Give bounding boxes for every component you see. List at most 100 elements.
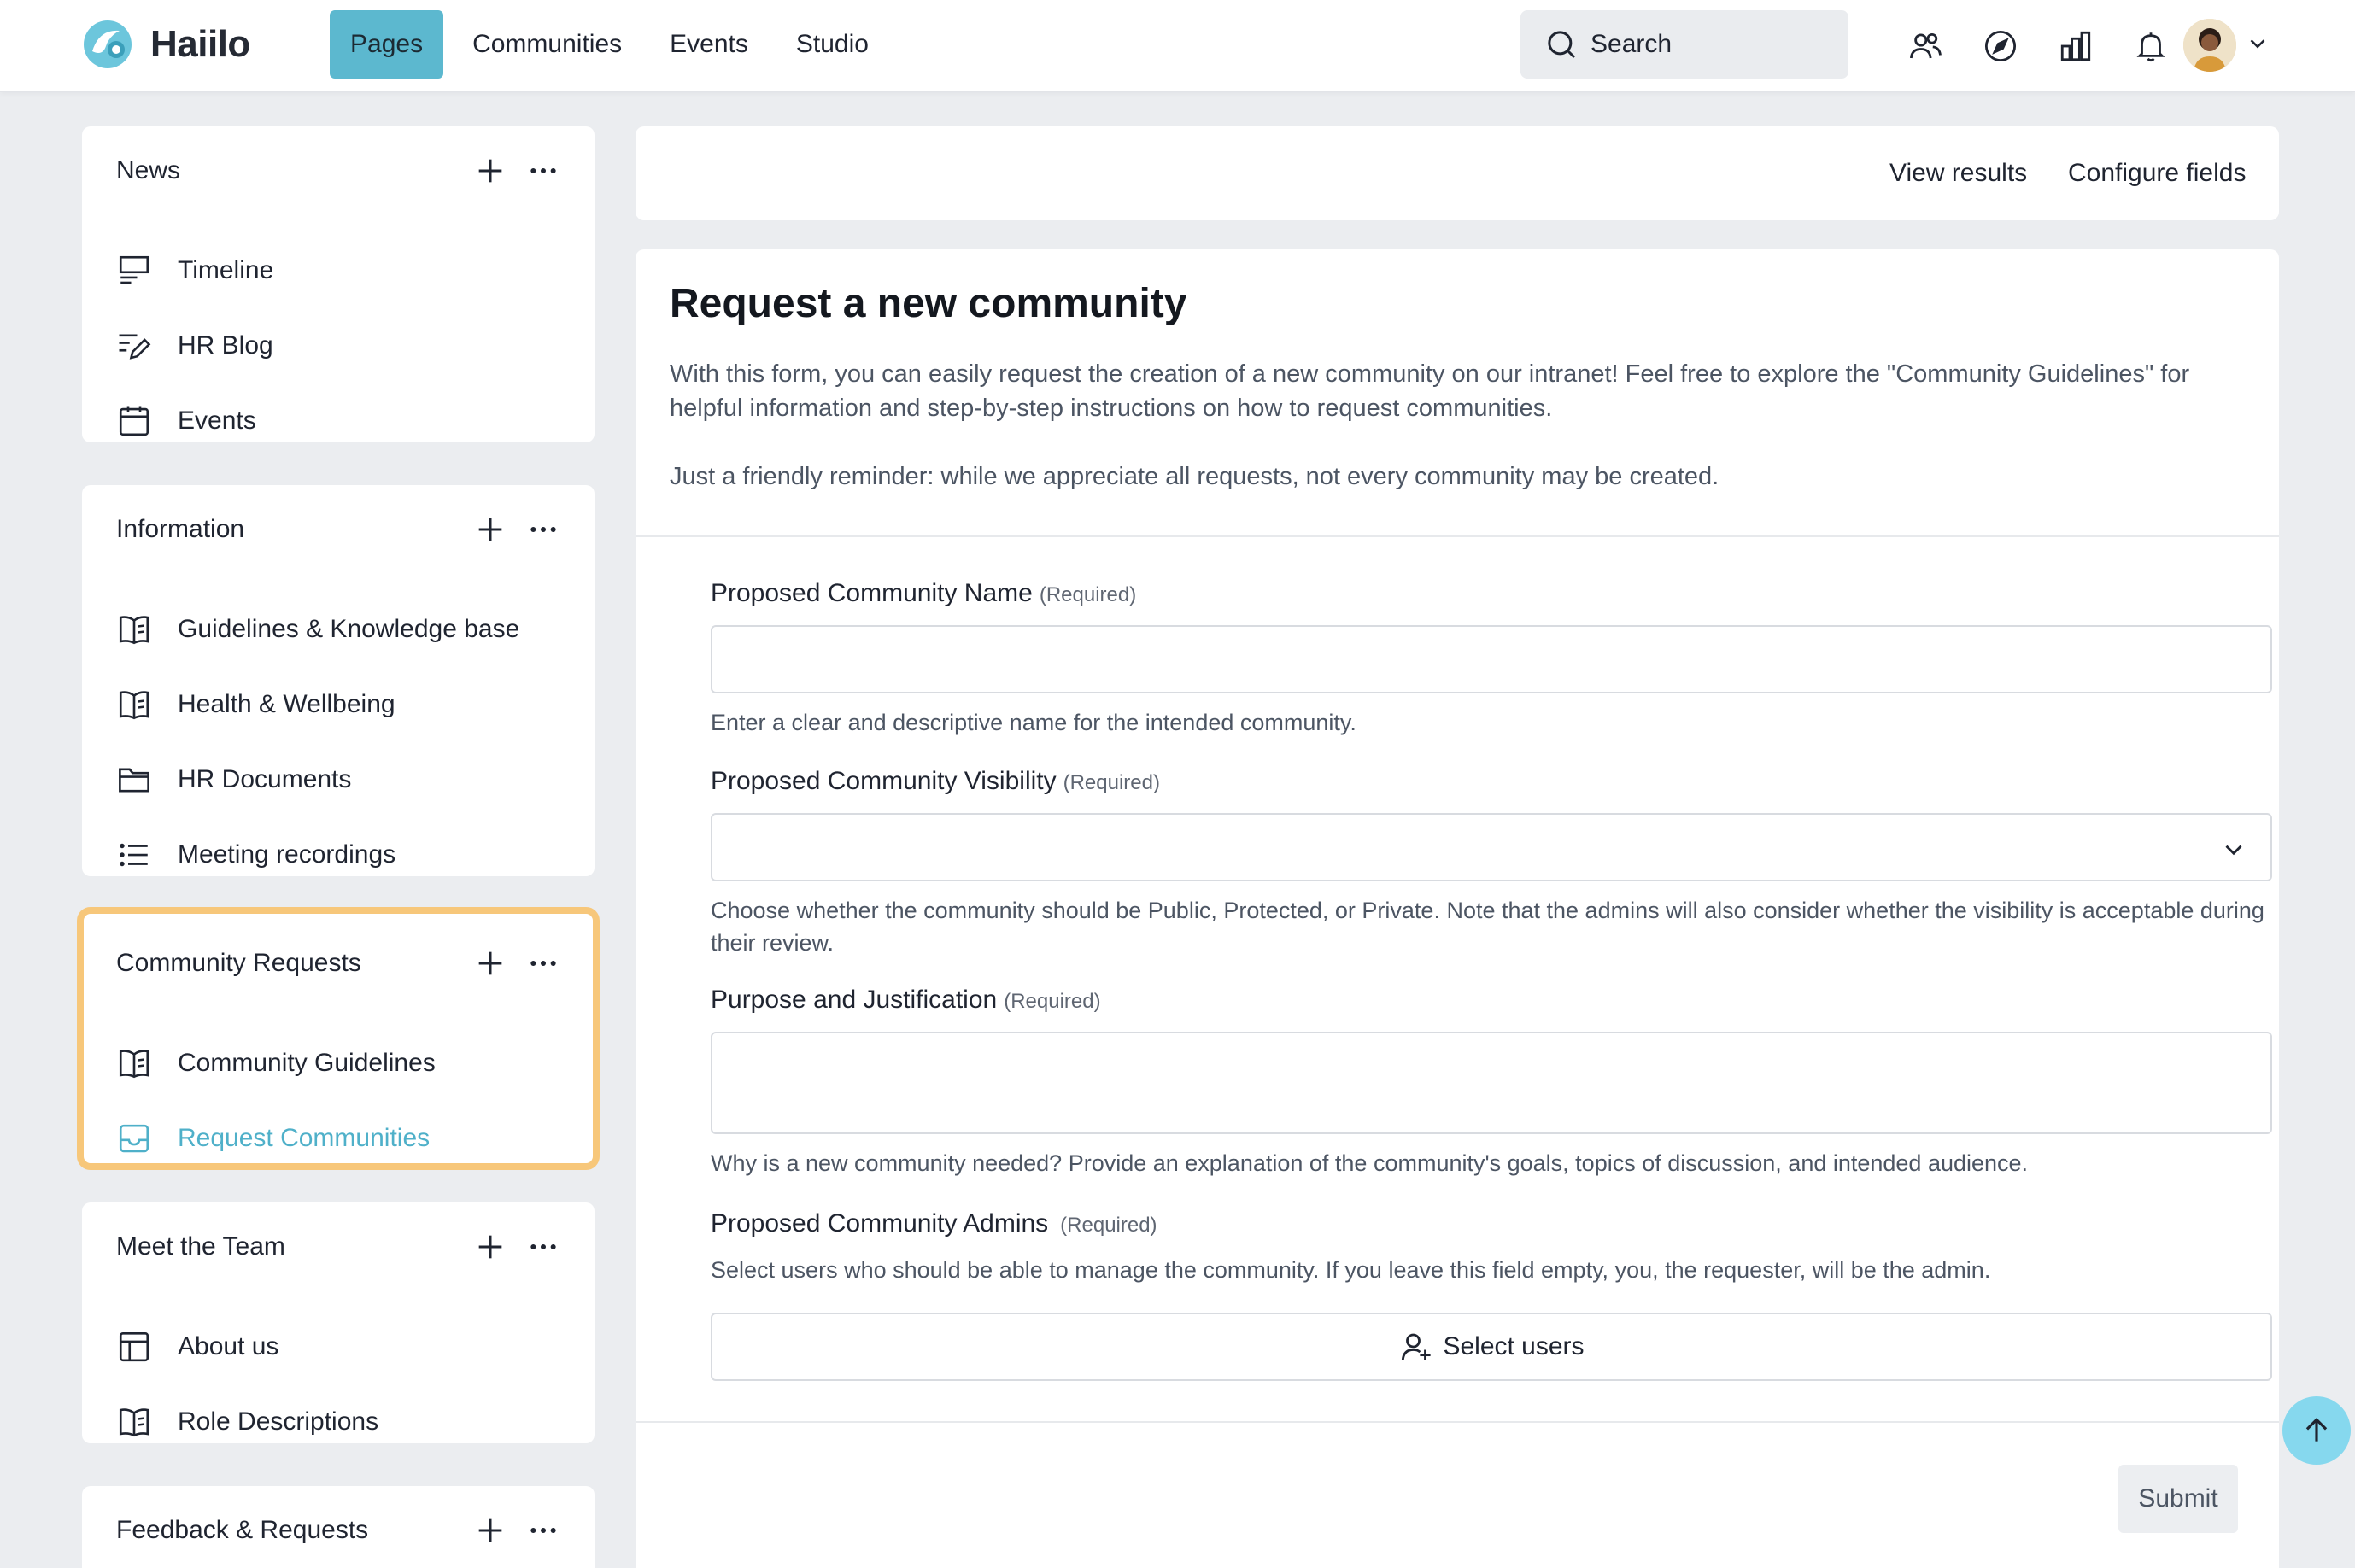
top-bar: Haiilo Pages Communities Events Studio S… bbox=[0, 0, 2355, 92]
required-tag: (Required) bbox=[1039, 583, 1137, 606]
sidebar-item-role-descriptions[interactable]: Role Descriptions bbox=[116, 1396, 378, 1448]
calendar-icon bbox=[119, 406, 149, 436]
purpose-hint: Why is a new community needed? Provide a… bbox=[711, 1150, 2029, 1176]
more-icon[interactable] bbox=[526, 1513, 560, 1548]
nav-pages[interactable]: Pages bbox=[330, 10, 444, 79]
purpose-textarea[interactable] bbox=[711, 1032, 2272, 1134]
view-results-button[interactable]: View results bbox=[1889, 152, 2027, 195]
sidebar-item-request-communities[interactable]: Request Communities bbox=[116, 1113, 430, 1164]
haiilo-logo-icon bbox=[84, 20, 132, 68]
sidebar-item-label: Health & Wellbeing bbox=[178, 690, 395, 718]
community-visibility-select[interactable] bbox=[711, 813, 2272, 881]
field-label-text: Purpose and Justification bbox=[711, 986, 998, 1014]
community-name-label: Proposed Community Name (Required) bbox=[711, 579, 1136, 608]
nav-communities[interactable]: Communities bbox=[448, 10, 646, 79]
main-nav: Pages Communities Events Studio bbox=[330, 10, 893, 79]
field-label-text: Proposed Community Name bbox=[711, 579, 1033, 607]
sidebar-card-feedback-requests: Feedback & Requests bbox=[82, 1486, 595, 1568]
card-header: Information bbox=[116, 485, 560, 574]
card-title: News bbox=[116, 156, 181, 184]
sidebar-item-hr-blog[interactable]: HR Blog bbox=[116, 320, 273, 372]
folder-icon bbox=[119, 768, 149, 793]
chart-icon bbox=[2060, 31, 2091, 61]
top-icons bbox=[1888, 20, 2188, 72]
people-icon bbox=[1909, 32, 1942, 59]
form-toolbar: View results Configure fields bbox=[636, 126, 2279, 220]
more-icon[interactable] bbox=[526, 512, 560, 547]
configure-fields-button[interactable]: Configure fields bbox=[2068, 152, 2246, 195]
divider bbox=[636, 1421, 2279, 1423]
scroll-to-top-button[interactable] bbox=[2282, 1396, 2351, 1465]
sidebar-item-hr-documents[interactable]: HR Documents bbox=[116, 754, 351, 805]
arrow-up-icon bbox=[2305, 1418, 2328, 1442]
blog-icon bbox=[119, 334, 151, 360]
plus-icon[interactable] bbox=[473, 512, 507, 547]
avatar-picture bbox=[2183, 19, 2236, 72]
nav-studio[interactable]: Studio bbox=[772, 10, 893, 79]
explore-button[interactable] bbox=[1963, 20, 2038, 72]
haiilo-logo[interactable]: Haiilo bbox=[80, 17, 250, 72]
sidebar-item-meeting-recordings[interactable]: Meeting recordings bbox=[116, 829, 395, 881]
plus-icon[interactable] bbox=[473, 1230, 507, 1264]
sidebar-item-label: Request Communities bbox=[178, 1124, 431, 1152]
field-label-text: Proposed Community Admins bbox=[711, 1209, 1049, 1237]
community-name-hint: Enter a clear and descriptive name for t… bbox=[711, 710, 1356, 735]
sidebar-item-label: Role Descriptions bbox=[178, 1407, 379, 1436]
page-title: Request a new community bbox=[670, 281, 1187, 326]
card-header: Meet the Team bbox=[116, 1202, 560, 1291]
submit-button[interactable]: Submit bbox=[2118, 1465, 2238, 1533]
sidebar-item-guidelines[interactable]: Guidelines & Knowledge base bbox=[116, 604, 519, 655]
plus-icon[interactable] bbox=[473, 154, 507, 188]
community-name-input[interactable] bbox=[711, 625, 2272, 693]
search-placeholder: Search bbox=[1591, 30, 1673, 58]
search-input[interactable]: Search bbox=[1520, 10, 1848, 79]
sidebar-item-label: Events bbox=[178, 407, 256, 435]
more-icon[interactable] bbox=[526, 154, 560, 188]
divider bbox=[636, 535, 2279, 537]
community-admins-label: Proposed Community Admins (Required) bbox=[711, 1209, 1157, 1238]
description-paragraph: With this form, you can easily request t… bbox=[670, 360, 2190, 422]
required-tag: (Required) bbox=[1063, 771, 1160, 794]
request-form: Request a new community With this form, … bbox=[636, 249, 2279, 1568]
analytics-button[interactable] bbox=[2038, 20, 2113, 72]
community-visibility-label: Proposed Community Visibility (Required) bbox=[711, 767, 1160, 796]
book-icon bbox=[119, 1408, 149, 1437]
select-users-label: Select users bbox=[1443, 1332, 1585, 1360]
book-icon bbox=[119, 616, 149, 645]
sidebar-item-events[interactable]: Events bbox=[116, 395, 256, 447]
sidebar-item-health[interactable]: Health & Wellbeing bbox=[116, 679, 395, 730]
nav-events[interactable]: Events bbox=[646, 10, 772, 79]
sidebar-item-about-us[interactable]: About us bbox=[116, 1321, 278, 1372]
sidebar-item-timeline[interactable]: Timeline bbox=[116, 245, 273, 296]
sidebar-item-label: HR Documents bbox=[178, 765, 352, 793]
card-header: Feedback & Requests bbox=[116, 1486, 560, 1568]
sidebar-item-label: Meeting recordings bbox=[178, 840, 396, 869]
layout-icon bbox=[119, 1331, 149, 1362]
sidebar-item-label: Guidelines & Knowledge base bbox=[178, 615, 520, 643]
card-title: Meet the Team bbox=[116, 1232, 285, 1261]
plus-icon[interactable] bbox=[473, 946, 507, 980]
add-user-icon bbox=[1402, 1333, 1432, 1360]
card-header: Community Requests bbox=[116, 919, 560, 1008]
inbox-icon bbox=[119, 1124, 149, 1153]
description-paragraph: Just a friendly reminder: while we appre… bbox=[670, 463, 1719, 490]
community-visibility-hint: Choose whether the community should be P… bbox=[711, 898, 2264, 956]
sidebar-item-community-guidelines[interactable]: Community Guidelines bbox=[116, 1038, 436, 1089]
plus-icon[interactable] bbox=[473, 1513, 507, 1548]
chevron-down-icon bbox=[2225, 845, 2242, 856]
more-icon[interactable] bbox=[526, 1230, 560, 1264]
community-admins-hint: Select users who should be able to manag… bbox=[711, 1257, 1991, 1283]
select-users-button[interactable]: Select users bbox=[711, 1313, 2272, 1381]
sidebar-card-news: News Timeline HR Blog Events bbox=[82, 126, 595, 442]
notifications-button[interactable] bbox=[2113, 20, 2188, 72]
purpose-label: Purpose and Justification (Required) bbox=[711, 986, 1101, 1015]
people-button[interactable] bbox=[1888, 20, 1963, 72]
more-icon[interactable] bbox=[526, 946, 560, 980]
required-tag: (Required) bbox=[1060, 1214, 1157, 1237]
timeline-icon bbox=[119, 255, 149, 284]
chevron-down-icon[interactable] bbox=[2245, 31, 2270, 56]
user-avatar[interactable] bbox=[2183, 19, 2236, 72]
field-label-text: Proposed Community Visibility bbox=[711, 767, 1057, 795]
form-description: With this form, you can easily request t… bbox=[670, 357, 2258, 494]
book-icon bbox=[119, 1050, 149, 1079]
